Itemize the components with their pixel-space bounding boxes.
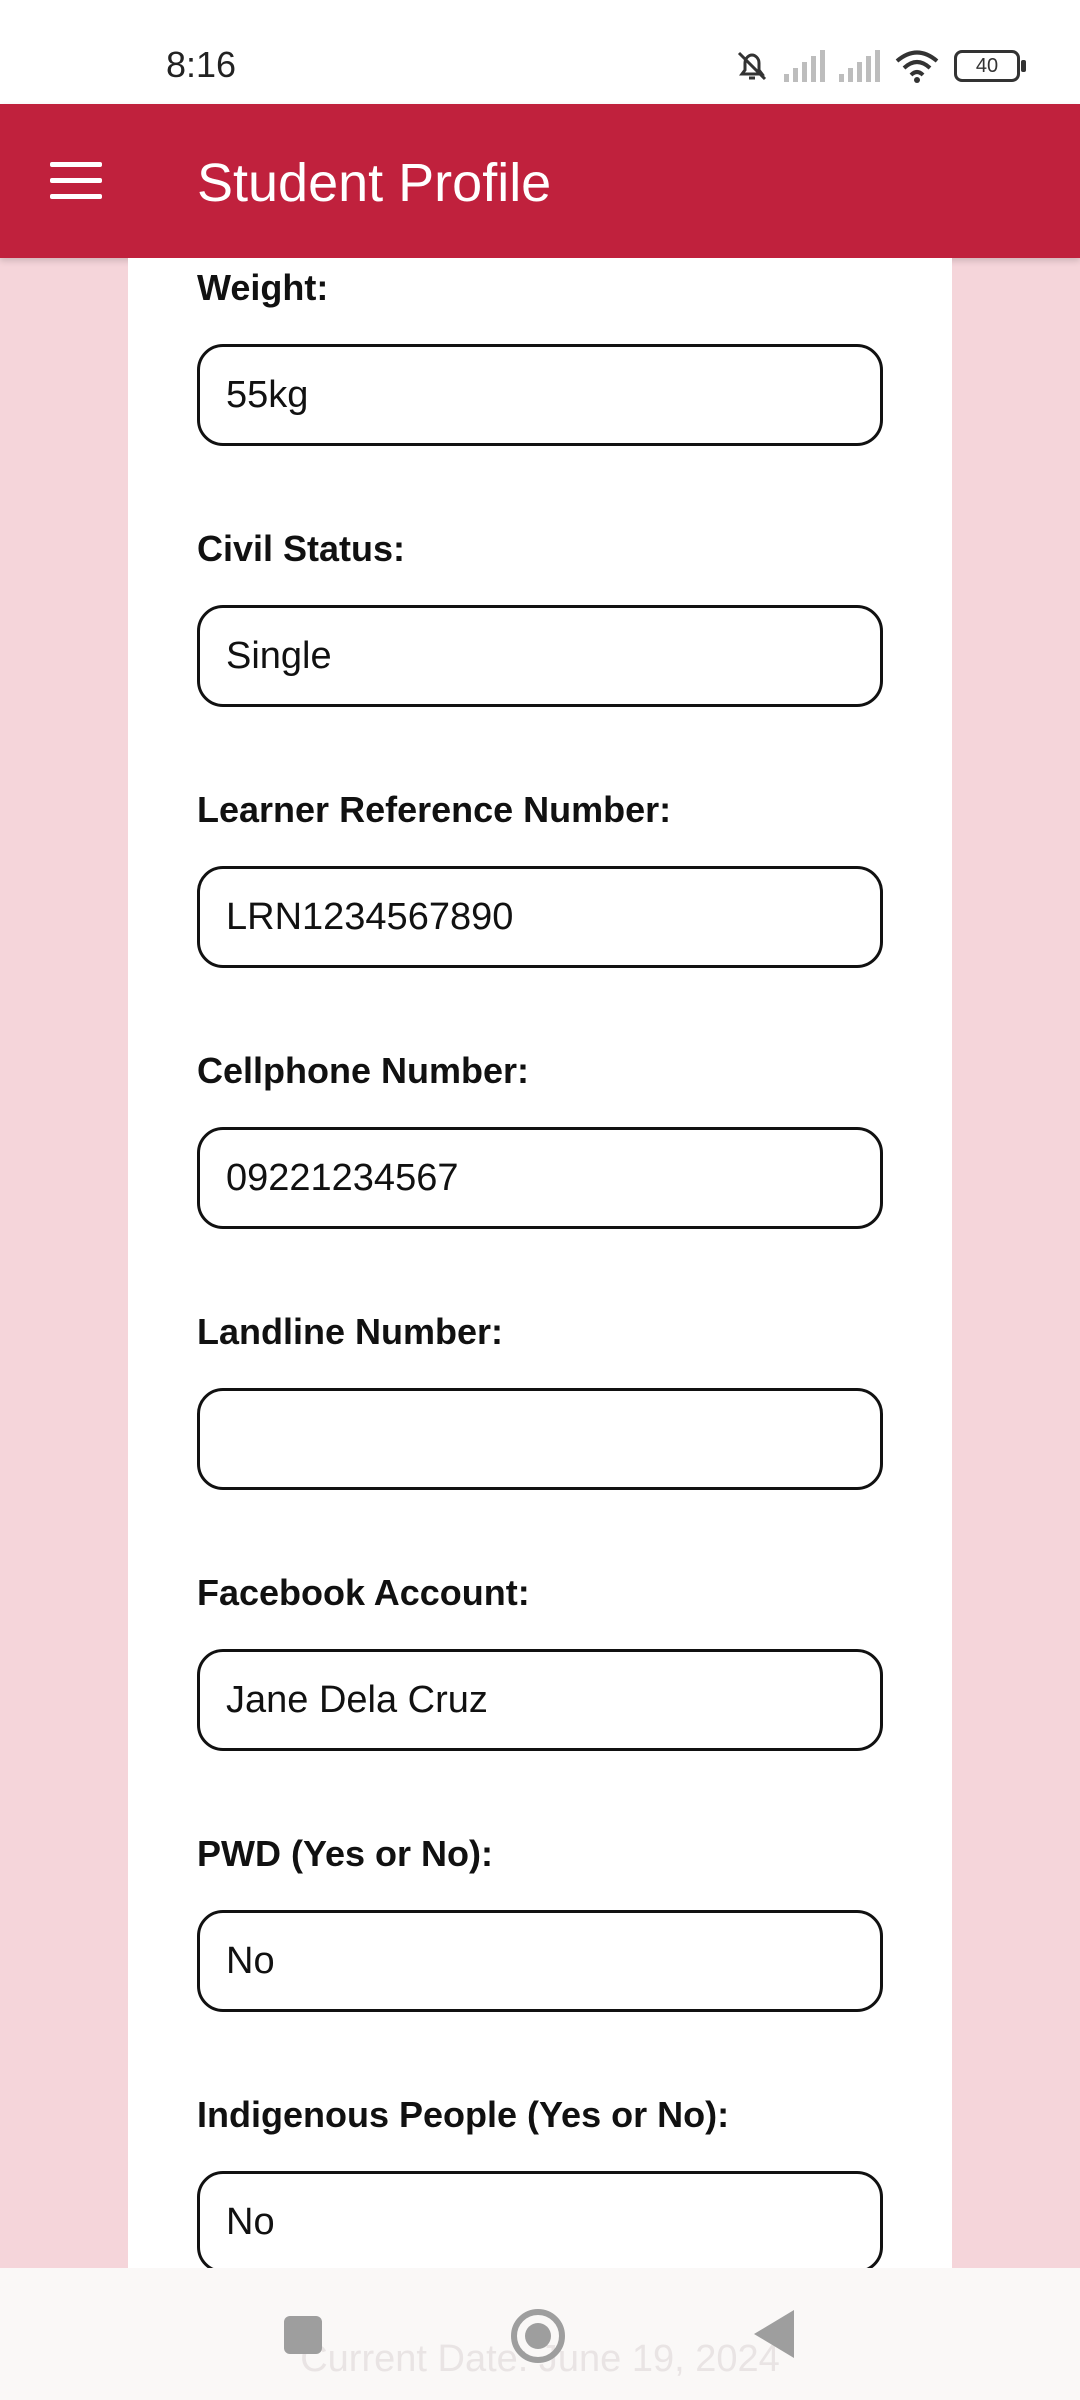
landline-field-group: Landline Number: <box>197 1310 887 1490</box>
civil-status-field-group: Civil Status: <box>197 527 887 707</box>
wifi-icon <box>895 50 939 83</box>
lrn-input[interactable] <box>197 866 883 968</box>
lrn-label: Learner Reference Number: <box>197 789 672 830</box>
landline-label: Landline Number: <box>197 1311 504 1352</box>
app-bar: Student Profile <box>0 104 1080 258</box>
status-bar: 8:16 40 <box>0 0 1080 104</box>
home-button[interactable] <box>511 2309 565 2363</box>
signal-icon-1 <box>784 50 825 82</box>
landline-input[interactable] <box>197 1388 883 1490</box>
pwd-field-group: PWD (Yes or No): <box>197 1832 887 2012</box>
battery-icon: 40 <box>954 50 1026 82</box>
indigenous-label: Indigenous People (Yes or No): <box>197 2094 730 2135</box>
facebook-label: Facebook Account: <box>197 1572 530 1613</box>
cellphone-label: Cellphone Number: <box>197 1050 530 1091</box>
bell-muted-icon <box>737 51 767 81</box>
civil-status-input[interactable] <box>197 605 883 707</box>
cellphone-field-group: Cellphone Number: <box>197 1049 887 1229</box>
facebook-input[interactable] <box>197 1649 883 1751</box>
status-icons: 40 <box>734 46 1026 86</box>
status-time: 8:16 <box>166 44 237 85</box>
lrn-field-group: Learner Reference Number: <box>197 788 887 968</box>
pwd-input[interactable] <box>197 1910 883 2012</box>
weight-input[interactable] <box>197 344 883 446</box>
pwd-label: PWD (Yes or No): <box>197 1833 494 1874</box>
signal-icon-2 <box>839 50 880 82</box>
indigenous-input[interactable] <box>197 2171 883 2273</box>
weight-field-group: Weight: <box>197 266 887 446</box>
cellphone-input[interactable] <box>197 1127 883 1229</box>
facebook-field-group: Facebook Account: <box>197 1571 887 1751</box>
profile-form-card: Weight: Civil Status: Learner Reference … <box>128 258 952 2273</box>
civil-status-label: Civil Status: <box>197 528 406 569</box>
page-title: Student Profile <box>197 153 552 213</box>
back-button[interactable] <box>754 2310 794 2358</box>
indigenous-field-group: Indigenous People (Yes or No): <box>197 2093 887 2273</box>
weight-label: Weight: <box>197 267 329 308</box>
recent-apps-button[interactable] <box>284 2316 322 2354</box>
menu-icon[interactable] <box>50 162 104 200</box>
